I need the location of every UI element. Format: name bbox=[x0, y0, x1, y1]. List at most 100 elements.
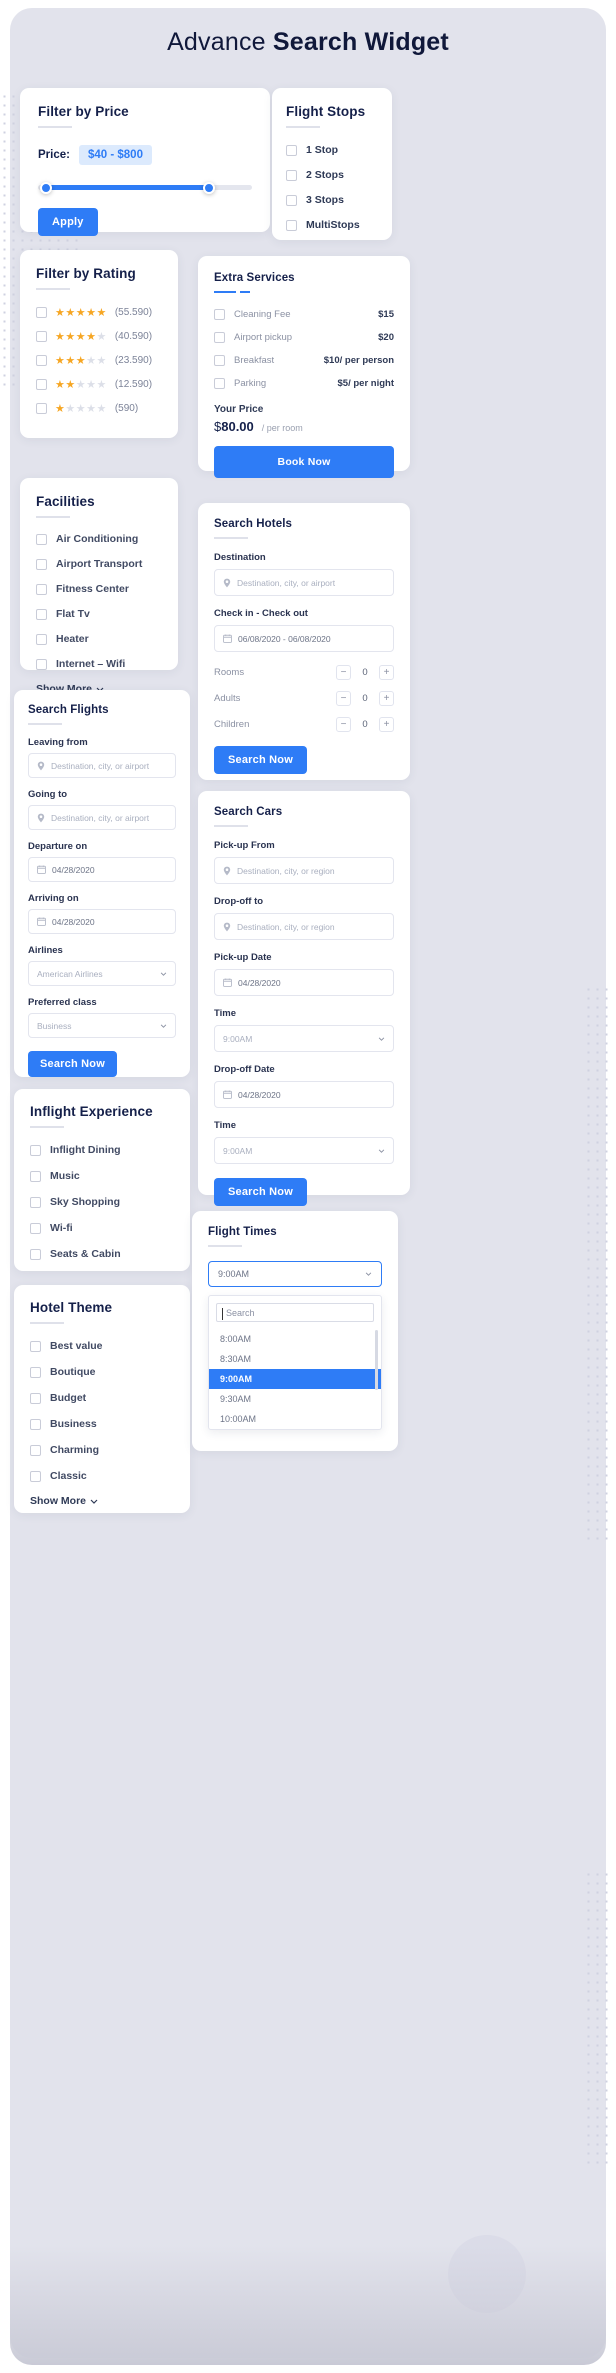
slider-knob-min[interactable] bbox=[40, 181, 52, 194]
dropdown-option[interactable]: 10:00AM bbox=[209, 1409, 381, 1429]
checkbox-icon[interactable] bbox=[214, 355, 225, 366]
checkbox-icon[interactable] bbox=[36, 583, 47, 595]
facility-option[interactable]: Airport Transport bbox=[36, 558, 162, 570]
rating-row[interactable]: ★★★★★ (12.590) bbox=[36, 378, 162, 391]
inflight-option[interactable]: Music bbox=[30, 1170, 174, 1182]
checkbox-icon[interactable] bbox=[286, 169, 297, 181]
slider-knob-max[interactable] bbox=[203, 181, 215, 194]
service-row[interactable]: Airport pickup $20 bbox=[214, 332, 394, 343]
increment-button[interactable]: + bbox=[379, 665, 394, 680]
checkbox-icon[interactable] bbox=[36, 558, 47, 570]
checkbox-icon[interactable] bbox=[30, 1248, 41, 1260]
option-label: Classic bbox=[50, 1470, 87, 1482]
checkbox-icon[interactable] bbox=[36, 533, 47, 545]
dropoff-time-select[interactable]: 9:00AM bbox=[214, 1137, 394, 1164]
pickup-time-select[interactable]: 9:00AM bbox=[214, 1025, 394, 1052]
checkbox-icon[interactable] bbox=[214, 378, 225, 389]
facility-option[interactable]: Heater bbox=[36, 633, 162, 645]
checkbox-icon[interactable] bbox=[30, 1196, 41, 1208]
decrement-button[interactable]: − bbox=[336, 665, 351, 680]
leaving-from-input[interactable]: Destination, city, or airport bbox=[28, 753, 176, 778]
checkbox-icon[interactable] bbox=[286, 144, 297, 156]
checkbox-icon[interactable] bbox=[36, 355, 47, 366]
hotel-theme-option[interactable]: Charming bbox=[30, 1444, 174, 1456]
dropdown-option[interactable]: 8:00AM bbox=[209, 1329, 381, 1349]
checkbox-icon[interactable] bbox=[36, 379, 47, 390]
rating-row[interactable]: ★★★★★ (40.590) bbox=[36, 330, 162, 343]
flights-search-now-button[interactable]: Search Now bbox=[28, 1051, 117, 1077]
checkbox-icon[interactable] bbox=[30, 1144, 41, 1156]
checkbox-icon[interactable] bbox=[286, 219, 297, 231]
facility-option[interactable]: Air Conditioning bbox=[36, 533, 162, 545]
going-to-input[interactable]: Destination, city, or airport bbox=[28, 805, 176, 830]
inflight-option[interactable]: Seats & Cabin bbox=[30, 1248, 174, 1260]
dropdown-scrollbar[interactable] bbox=[375, 1330, 378, 1390]
flight-stop-option[interactable]: 1 Stop bbox=[286, 144, 378, 156]
hotel-theme-option[interactable]: Business bbox=[30, 1418, 174, 1430]
rating-row[interactable]: ★★★★★ (23.590) bbox=[36, 354, 162, 367]
departure-date-input[interactable]: 04/28/2020 bbox=[28, 857, 176, 882]
checkbox-icon[interactable] bbox=[36, 331, 47, 342]
increment-button[interactable]: + bbox=[379, 717, 394, 732]
dropdown-search-input[interactable]: Search bbox=[216, 1303, 374, 1322]
checkbox-icon[interactable] bbox=[286, 194, 297, 206]
checkbox-icon[interactable] bbox=[36, 307, 47, 318]
checkbox-icon[interactable] bbox=[30, 1222, 41, 1234]
dropdown-option[interactable]: 8:30AM bbox=[209, 1349, 381, 1369]
checkbox-icon[interactable] bbox=[30, 1418, 41, 1430]
book-now-button[interactable]: Book Now bbox=[214, 446, 394, 478]
inflight-option[interactable]: Sky Shopping bbox=[30, 1196, 174, 1208]
checkbox-icon[interactable] bbox=[30, 1170, 41, 1182]
facility-option[interactable]: Flat Tv bbox=[36, 608, 162, 620]
flight-stop-option[interactable]: 2 Stops bbox=[286, 169, 378, 181]
preferred-class-select[interactable]: Business bbox=[28, 1013, 176, 1038]
service-row[interactable]: Cleaning Fee $15 bbox=[214, 309, 394, 320]
checkbox-icon[interactable] bbox=[30, 1340, 41, 1352]
hotels-search-now-button[interactable]: Search Now bbox=[214, 746, 307, 774]
pickup-from-input[interactable]: Destination, city, or region bbox=[214, 857, 394, 884]
dropoff-to-input[interactable]: Destination, city, or region bbox=[214, 913, 394, 940]
inflight-option[interactable]: Wi-fi bbox=[30, 1222, 174, 1234]
facility-option[interactable]: Internet – Wifi bbox=[36, 658, 162, 670]
checkbox-icon[interactable] bbox=[36, 608, 47, 620]
destination-input[interactable]: Destination, city, or airport bbox=[214, 569, 394, 596]
rating-row[interactable]: ★★★★★ (590) bbox=[36, 402, 162, 415]
arriving-date-input[interactable]: 04/28/2020 bbox=[28, 909, 176, 934]
dates-input[interactable]: 06/08/2020 - 06/08/2020 bbox=[214, 625, 394, 652]
price-range-slider[interactable] bbox=[38, 181, 252, 194]
flight-stop-option[interactable]: MultiStops bbox=[286, 219, 378, 231]
decrement-button[interactable]: − bbox=[336, 691, 351, 706]
inflight-option[interactable]: Inflight Dining bbox=[30, 1144, 174, 1156]
option-label: Air Conditioning bbox=[56, 533, 139, 545]
cars-search-now-button[interactable]: Search Now bbox=[214, 1178, 307, 1206]
decrement-button[interactable]: − bbox=[336, 717, 351, 732]
hotel-theme-option[interactable]: Budget bbox=[30, 1392, 174, 1404]
checkbox-icon[interactable] bbox=[30, 1366, 41, 1378]
dropdown-option-selected[interactable]: 9:00AM bbox=[209, 1369, 381, 1389]
checkbox-icon[interactable] bbox=[30, 1392, 41, 1404]
checkbox-icon[interactable] bbox=[36, 658, 47, 670]
flight-stop-option[interactable]: 3 Stops bbox=[286, 194, 378, 206]
dropdown-option[interactable]: 9:30AM bbox=[209, 1389, 381, 1409]
facility-option[interactable]: Fitness Center bbox=[36, 583, 162, 595]
hotel-theme-show-more[interactable]: Show More bbox=[30, 1495, 174, 1507]
checkbox-icon[interactable] bbox=[30, 1444, 41, 1456]
checkbox-icon[interactable] bbox=[36, 403, 47, 414]
apply-button[interactable]: Apply bbox=[38, 208, 98, 236]
hotel-theme-option[interactable]: Boutique bbox=[30, 1366, 174, 1378]
flight-stops-title: Flight Stops bbox=[286, 104, 366, 119]
hotel-theme-option[interactable]: Best value bbox=[30, 1340, 174, 1352]
hotel-theme-option[interactable]: Classic bbox=[30, 1470, 174, 1482]
rating-row[interactable]: ★★★★★ (55.590) bbox=[36, 306, 162, 319]
pickup-date-input[interactable]: 04/28/2020 bbox=[214, 969, 394, 996]
flight-time-select[interactable]: 9:00AM bbox=[208, 1261, 382, 1287]
checkbox-icon[interactable] bbox=[36, 633, 47, 645]
increment-button[interactable]: + bbox=[379, 691, 394, 706]
checkbox-icon[interactable] bbox=[30, 1470, 41, 1482]
dropoff-date-input[interactable]: 04/28/2020 bbox=[214, 1081, 394, 1108]
checkbox-icon[interactable] bbox=[214, 332, 225, 343]
service-row[interactable]: Parking $5/ per night bbox=[214, 378, 394, 389]
service-row[interactable]: Breakfast $10/ per person bbox=[214, 355, 394, 366]
airlines-select[interactable]: American Airlines bbox=[28, 961, 176, 986]
checkbox-icon[interactable] bbox=[214, 309, 225, 320]
